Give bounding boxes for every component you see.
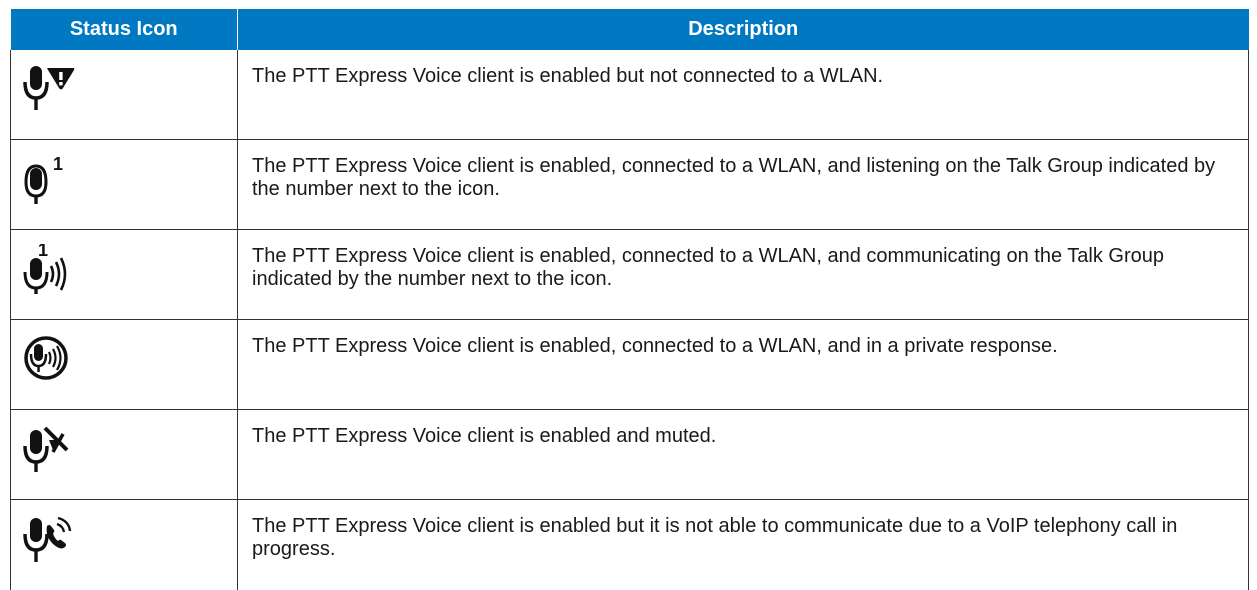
description-cell: The PTT Express Voice client is enabled … <box>237 50 1249 140</box>
table-row: The PTT Express Voice client is enabled … <box>10 409 1249 500</box>
talk-group-number: 1 <box>38 244 48 260</box>
header-description: Description <box>237 9 1249 50</box>
table-row: 1 The PTT Express Voice client is enable… <box>10 139 1249 230</box>
header-status-icon: Status Icon <box>10 9 238 50</box>
talk-group-number: 1 <box>53 154 63 174</box>
table-row: 1 The PTT Express Voice client is enable… <box>10 229 1249 320</box>
mic-alert-icon <box>23 66 75 110</box>
icon-cell: 1 <box>10 229 238 320</box>
mic-muted-icon <box>23 426 69 472</box>
description-cell: The PTT Express Voice client is enabled … <box>237 499 1249 590</box>
table-row: The PTT Express Voice client is enabled … <box>10 499 1249 590</box>
description-cell: The PTT Express Voice client is enabled … <box>237 409 1249 500</box>
mic-communicating-icon: 1 <box>23 244 67 294</box>
icon-cell <box>10 50 238 140</box>
table-header-row: Status Icon Description <box>10 9 1249 50</box>
icon-cell: 1 <box>10 139 238 230</box>
mic-voip-call-icon <box>23 516 72 562</box>
icon-cell <box>10 499 238 590</box>
description-cell: The PTT Express Voice client is enabled,… <box>237 319 1249 410</box>
icon-cell <box>10 319 238 410</box>
table-row: The PTT Express Voice client is enabled … <box>10 50 1249 140</box>
status-icon-table: Status Icon Description The PTT Express … <box>10 9 1249 590</box>
mic-private-response-icon <box>24 336 68 380</box>
table-row: The PTT Express Voice client is enabled,… <box>10 319 1249 410</box>
description-cell: The PTT Express Voice client is enabled,… <box>237 229 1249 320</box>
mic-listening-icon: 1 <box>24 154 63 204</box>
description-cell: The PTT Express Voice client is enabled,… <box>237 139 1249 230</box>
icon-cell <box>10 409 238 500</box>
